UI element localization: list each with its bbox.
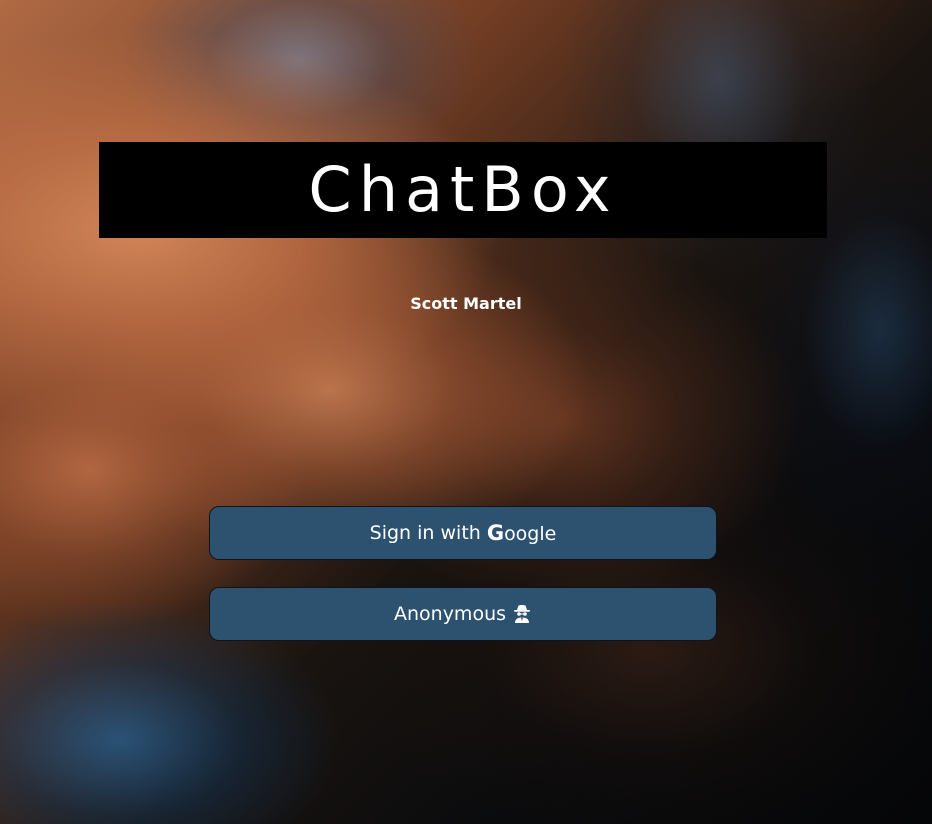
google-sign-in-button[interactable]: Sign in with Google: [209, 506, 717, 560]
google-g-icon: G: [486, 521, 505, 545]
google-sign-in-label: Sign in with: [369, 522, 481, 544]
google-wordmark-rest: oogle: [504, 523, 557, 545]
title-banner: ChatBox: [99, 142, 827, 238]
incognito-spy-icon: [512, 604, 532, 624]
anonymous-label: Anonymous: [393, 603, 507, 625]
app-title: ChatBox: [308, 153, 618, 226]
author-name: Scott Martel: [410, 294, 522, 313]
anonymous-button[interactable]: Anonymous: [209, 587, 717, 641]
google-wordmark: Google: [487, 521, 557, 545]
